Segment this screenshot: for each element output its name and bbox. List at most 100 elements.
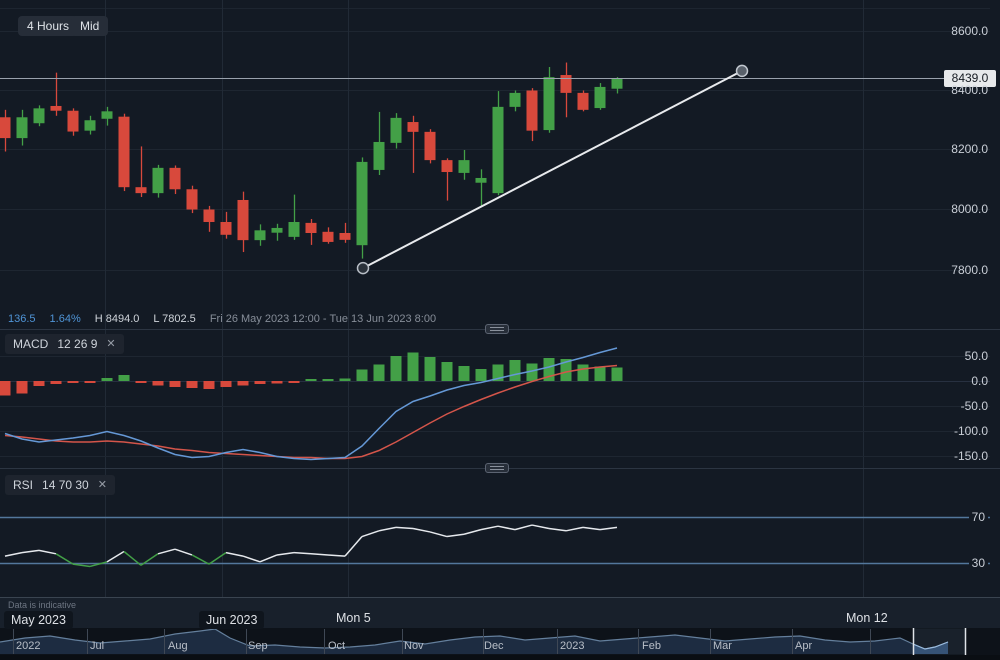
candle-body bbox=[340, 233, 351, 240]
ohlc-info-bar: 136.5 1.64% H 8494.0 L 7802.5 Fri 26 May… bbox=[8, 313, 450, 325]
macd-histogram-bar bbox=[204, 381, 215, 389]
macd-line bbox=[5, 348, 617, 460]
navigator-month-label: Aug bbox=[168, 640, 188, 652]
rsi-params: 14 70 30 bbox=[42, 478, 89, 492]
candle-body bbox=[0, 117, 11, 138]
macd-histogram-bar bbox=[595, 367, 606, 382]
navigator-month-label: Apr bbox=[795, 640, 812, 652]
rsi-line-segment bbox=[39, 550, 56, 553]
macd-histogram-bar bbox=[119, 375, 130, 381]
candle-body bbox=[102, 111, 113, 118]
data-indicative-note: Data is indicative bbox=[8, 600, 76, 610]
candle-body bbox=[34, 108, 45, 123]
macd-indicator-chip: MACD 12 26 9 ✕ bbox=[5, 334, 124, 354]
macd-histogram-bar bbox=[102, 378, 113, 381]
macd-axis-tick: -150.0 bbox=[928, 449, 988, 463]
rsi-line-segment bbox=[566, 527, 583, 530]
rsi-indicator-chip: RSI 14 70 30 ✕ bbox=[5, 475, 115, 495]
macd-pane-resize-handle[interactable] bbox=[485, 324, 509, 334]
rsi-line-segment bbox=[243, 556, 260, 562]
macd-histogram-bar bbox=[340, 379, 351, 382]
candle-body bbox=[204, 210, 215, 222]
candle-body bbox=[170, 168, 181, 189]
rsi-line-segment bbox=[549, 529, 566, 531]
rsi-line-segment bbox=[464, 530, 481, 535]
navigator-month-label: 2023 bbox=[560, 640, 584, 652]
macd-histogram-bar bbox=[153, 381, 164, 386]
navigator-month-label: Nov bbox=[404, 640, 424, 652]
rsi-pane-resize-handle[interactable] bbox=[485, 463, 509, 473]
rsi-line-segment bbox=[481, 526, 498, 529]
macd-histogram-bar bbox=[391, 356, 402, 381]
macd-histogram-bar bbox=[442, 362, 453, 381]
timeframe-button[interactable]: 4 Hours bbox=[18, 16, 78, 36]
rsi-line-segment bbox=[430, 532, 447, 537]
rsi-title: RSI bbox=[13, 478, 33, 492]
rsi-axis-tick-label: 30 bbox=[969, 556, 988, 570]
macd-params: 12 26 9 bbox=[57, 337, 97, 351]
macd-histogram-bar bbox=[374, 365, 385, 382]
macd-axis-tick: 0.0 bbox=[928, 374, 988, 388]
rsi-line-segment bbox=[379, 527, 396, 530]
rsi-line-segment bbox=[107, 552, 124, 562]
price-type-label: Mid bbox=[71, 16, 108, 36]
macd-close-icon[interactable]: ✕ bbox=[106, 337, 115, 351]
rsi-close-icon[interactable]: ✕ bbox=[98, 478, 107, 492]
macd-histogram-bar bbox=[323, 379, 334, 381]
trading-chart-app: 4 Hours Mid 136.5 1.64% H 8494.0 L 7802.… bbox=[0, 0, 1000, 660]
macd-histogram-bar bbox=[306, 379, 317, 381]
rsi-line-segment bbox=[362, 531, 379, 537]
macd-histogram-bar bbox=[425, 357, 436, 381]
price-type-button[interactable]: Mid bbox=[71, 16, 108, 36]
candle-body bbox=[527, 91, 538, 131]
macd-histogram-bar bbox=[408, 353, 419, 382]
candle-body bbox=[323, 232, 334, 242]
macd-histogram-bar bbox=[289, 381, 300, 383]
macd-histogram-bar bbox=[51, 381, 62, 384]
candle-body bbox=[85, 120, 96, 130]
macd-title: MACD bbox=[13, 337, 48, 351]
navigator-month-label: Dec bbox=[484, 640, 504, 652]
navigator-month-label: Feb bbox=[642, 640, 661, 652]
macd-axis-tick: 50.0 bbox=[928, 349, 988, 363]
change-percent: 1.64% bbox=[50, 313, 81, 325]
rsi-axis-tick: 30 bbox=[928, 556, 988, 570]
candle-body bbox=[238, 200, 249, 240]
macd-histogram-bar bbox=[170, 381, 181, 387]
candle-body bbox=[255, 230, 266, 240]
price-axis-tick: 8000.0 bbox=[928, 202, 988, 216]
candle-body bbox=[442, 160, 453, 172]
rsi-line-segment bbox=[413, 529, 430, 532]
macd-histogram-bar bbox=[34, 381, 45, 386]
rsi-line-segment bbox=[498, 526, 515, 529]
navigator-month-label: Mar bbox=[713, 640, 732, 652]
candle-body bbox=[510, 93, 521, 107]
candlestick-series bbox=[0, 63, 623, 259]
macd-series bbox=[0, 348, 623, 460]
rsi-line-segment bbox=[175, 549, 192, 555]
candle-body bbox=[119, 117, 130, 188]
trend-line-start-handle[interactable] bbox=[358, 263, 369, 274]
rsi-line-segment bbox=[56, 554, 73, 564]
candle-body bbox=[136, 187, 147, 193]
macd-histogram-bar bbox=[255, 381, 266, 384]
macd-histogram-bar bbox=[17, 381, 28, 394]
macd-histogram-bar bbox=[0, 381, 11, 396]
macd-histogram-bar bbox=[238, 381, 249, 386]
macd-histogram-bar bbox=[272, 381, 283, 384]
candle-body bbox=[578, 93, 589, 110]
navigator-month-label: Oct bbox=[328, 640, 345, 652]
gridlines bbox=[0, 0, 990, 597]
candle-body bbox=[357, 162, 368, 245]
candle-body bbox=[595, 87, 606, 108]
rsi-line-segment bbox=[294, 553, 311, 554]
trend-line-end-handle[interactable] bbox=[737, 65, 748, 76]
candle-body bbox=[374, 142, 385, 170]
rsi-line-segment bbox=[600, 527, 617, 529]
macd-histogram-bar bbox=[459, 366, 470, 381]
candle-body bbox=[561, 75, 572, 93]
macd-axis-tick: -100.0 bbox=[928, 424, 988, 438]
rsi-line-segment bbox=[583, 527, 600, 529]
candle-body bbox=[408, 122, 419, 132]
time-axis-label: Mon 5 bbox=[336, 611, 371, 625]
